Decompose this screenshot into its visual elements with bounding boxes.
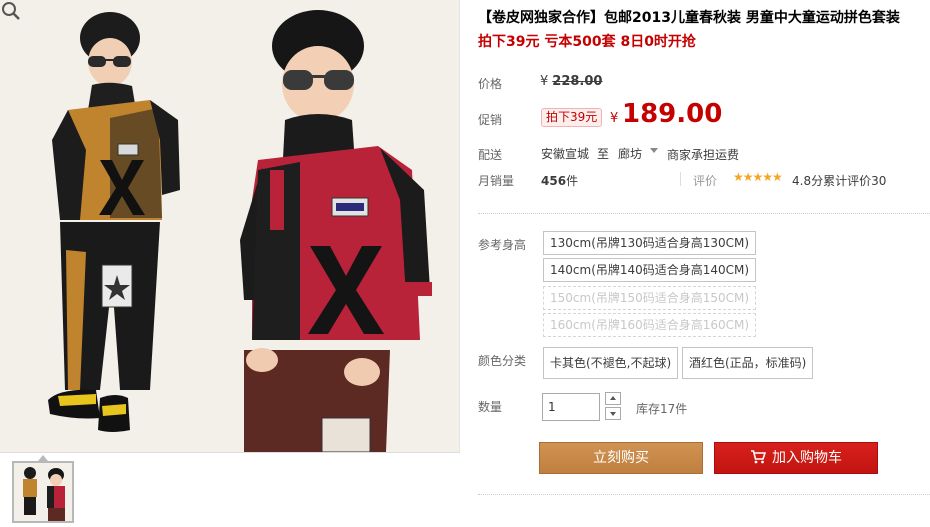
size-option-160[interactable]: 160cm(吊牌160码适合身高160CM) — [543, 313, 757, 337]
rating-label: 评价 — [693, 174, 718, 188]
promo-price-currency: ¥ — [610, 111, 619, 126]
size-option-140[interactable]: 140cm(吊牌140码适合身高140CM) — [543, 258, 757, 282]
product-info-panel: 【卷皮网独家合作】包邮2013儿童春秋装 男童中大童运动拼色套装 拍下39元 亏… — [460, 0, 930, 527]
divider — [478, 494, 930, 495]
main-product-image[interactable] — [0, 0, 460, 452]
promo-label: 促销 — [478, 113, 503, 127]
original-price-value: 228.00 — [552, 74, 603, 89]
color-label: 颜色分类 — [478, 354, 527, 368]
add-to-cart-button[interactable]: 加入购物车 — [714, 442, 878, 474]
size-option-130[interactable]: 130cm(吊牌130码适合身高130CM) — [543, 231, 757, 255]
quantity-input[interactable] — [542, 393, 600, 421]
ship-destination-select[interactable]: 廊坊 — [618, 145, 642, 162]
color-option-wine-red[interactable]: 酒红色(正品，标准码) — [682, 347, 814, 379]
rating-summary-link[interactable]: 4.8分累计评价30 — [792, 172, 886, 189]
quantity-decrement-button[interactable] — [605, 407, 621, 420]
ship-from-location: 安徽宣城 — [541, 147, 590, 161]
zoom-magnifier-icon[interactable] — [0, 0, 22, 22]
original-price-currency: ¥ — [540, 74, 549, 89]
original-price: ¥228.00 — [540, 74, 602, 89]
thumbnail-image[interactable] — [12, 461, 74, 523]
price-label: 价格 — [478, 77, 503, 91]
buy-now-label: 立刻购买 — [593, 450, 649, 466]
monthly-sales-count: 456 — [541, 174, 567, 188]
size-option-150[interactable]: 150cm(吊牌150码适合身高150CM) — [543, 286, 757, 310]
quantity-increment-button[interactable] — [605, 392, 621, 405]
quantity-label: 数量 — [478, 400, 503, 414]
product-photo — [0, 0, 459, 452]
size-label: 参考身高 — [478, 238, 527, 252]
chevron-down-icon[interactable] — [650, 148, 658, 153]
divider — [680, 172, 681, 186]
ship-to-word: 至 — [597, 147, 610, 161]
monthly-sales-label: 月销量 — [478, 174, 515, 188]
shipping-fee-text: 商家承担运费 — [667, 148, 740, 162]
promo-tag-badge: 拍下39元 — [541, 108, 603, 127]
stock-text: 库存17件 — [636, 402, 688, 416]
promo-price: 189.00 — [622, 99, 723, 129]
buy-now-button[interactable]: 立刻购买 — [539, 442, 703, 474]
cart-icon — [751, 449, 766, 463]
thumbnail-photo — [14, 463, 72, 521]
product-subtitle: 拍下39元 亏本500套 8日0时开抢 — [478, 34, 696, 50]
shipping-label: 配送 — [478, 148, 503, 162]
monthly-sales-unit: 件 — [566, 174, 579, 188]
rating-stars-icon: ★★★★★ — [733, 170, 783, 184]
divider — [478, 213, 930, 214]
product-title: 【卷皮网独家合作】包邮2013儿童春秋装 男童中大童运动拼色套装 — [478, 10, 900, 26]
color-option-khaki[interactable]: 卡其色(不褪色,不起球) — [543, 347, 679, 379]
monthly-sales-value: 456件 — [541, 172, 578, 189]
add-to-cart-label: 加入购物车 — [772, 450, 842, 466]
product-gallery — [0, 0, 460, 527]
thumbnail-strip — [0, 452, 460, 527]
